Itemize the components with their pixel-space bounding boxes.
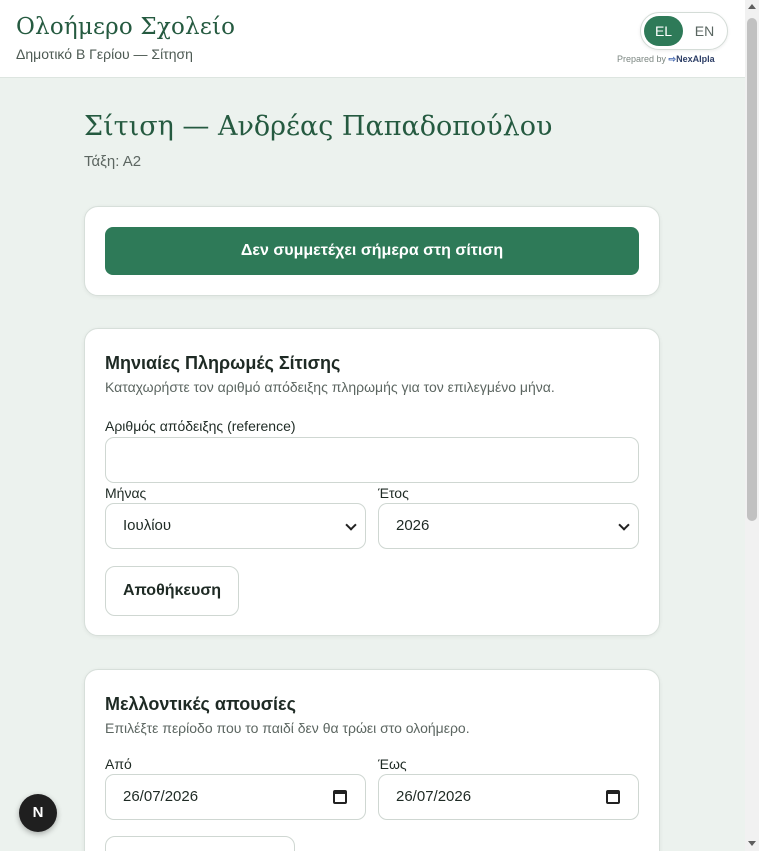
year-select[interactable]: 2026	[378, 503, 639, 549]
reference-input[interactable]	[105, 437, 639, 483]
month-select[interactable]: Ιουλίου	[105, 503, 366, 549]
payments-heading: Μηνιαίες Πληρωμές Σίτισης	[105, 353, 341, 373]
lang-el-button[interactable]: EL	[644, 16, 683, 46]
future-absences-card: Μελλοντικές απουσίες Επιλέξτε περίοδο πο…	[84, 669, 660, 851]
to-date-value: 26/07/2026	[396, 788, 472, 805]
app-title: Ολοήμερο Σχολείο	[16, 14, 236, 40]
from-date-input[interactable]: 26/07/2026	[105, 774, 366, 820]
top-bar: Ολοήμερο Σχολείο Δημοτικό Β Γερίου — Σίτ…	[0, 0, 745, 78]
save-button[interactable]: Αποθήκευση	[105, 566, 239, 616]
app-subtitle: Δημοτικό Β Γερίου — Σίτηση	[16, 46, 193, 62]
scroll-down-icon[interactable]	[748, 841, 756, 846]
lang-en-button[interactable]: EN	[685, 16, 724, 46]
calendar-icon[interactable]	[333, 790, 347, 804]
absent-today-card: Δεν συμμετέχει σήμερα στη σίτιση	[84, 206, 660, 296]
calendar-icon[interactable]	[606, 790, 620, 804]
from-date-value: 26/07/2026	[123, 788, 199, 805]
scroll-thumb[interactable]	[747, 18, 757, 521]
to-date-input[interactable]: 26/07/2026	[378, 774, 639, 820]
scroll-up-icon[interactable]	[748, 4, 756, 9]
year-label: Έτος	[378, 485, 409, 501]
scrollbar[interactable]	[745, 0, 759, 851]
reference-label: Αριθμός απόδειξης (reference)	[105, 418, 296, 434]
month-label: Μήνας	[105, 485, 147, 501]
from-label: Από	[105, 756, 132, 772]
future-absences-heading: Μελλοντικές απουσίες	[105, 694, 296, 714]
year-value: 2026	[396, 517, 430, 534]
next-dev-tools-button[interactable]: N	[19, 794, 57, 832]
prepared-by-label: Prepared by	[617, 54, 667, 64]
chevron-down-icon	[618, 519, 630, 531]
brand-logo-icon: ⇨	[668, 54, 677, 64]
prepared-by: Prepared by ⇨NexAIpla	[617, 54, 715, 65]
submit-absence-button[interactable]	[105, 836, 295, 851]
month-value: Ιουλίου	[123, 517, 172, 534]
brand-logo: NexAIpla	[676, 54, 715, 64]
class-label: Τάξη: Α2	[84, 153, 142, 170]
to-label: Έως	[378, 756, 407, 772]
payments-card: Μηνιαίες Πληρωμές Σίτισης Καταχωρήστε το…	[84, 328, 660, 636]
payments-description: Καταχωρήστε τον αριθμό απόδειξης πληρωμή…	[105, 379, 555, 395]
chevron-down-icon	[345, 519, 357, 531]
page-title: Σίτιση — Ανδρέας Παπαδοπούλου	[84, 111, 553, 142]
language-toggle: EL EN	[640, 12, 728, 50]
future-absences-description: Επιλέξτε περίοδο που το παιδί δεν θα τρώ…	[105, 720, 470, 736]
not-eating-today-button[interactable]: Δεν συμμετέχει σήμερα στη σίτιση	[105, 227, 639, 275]
